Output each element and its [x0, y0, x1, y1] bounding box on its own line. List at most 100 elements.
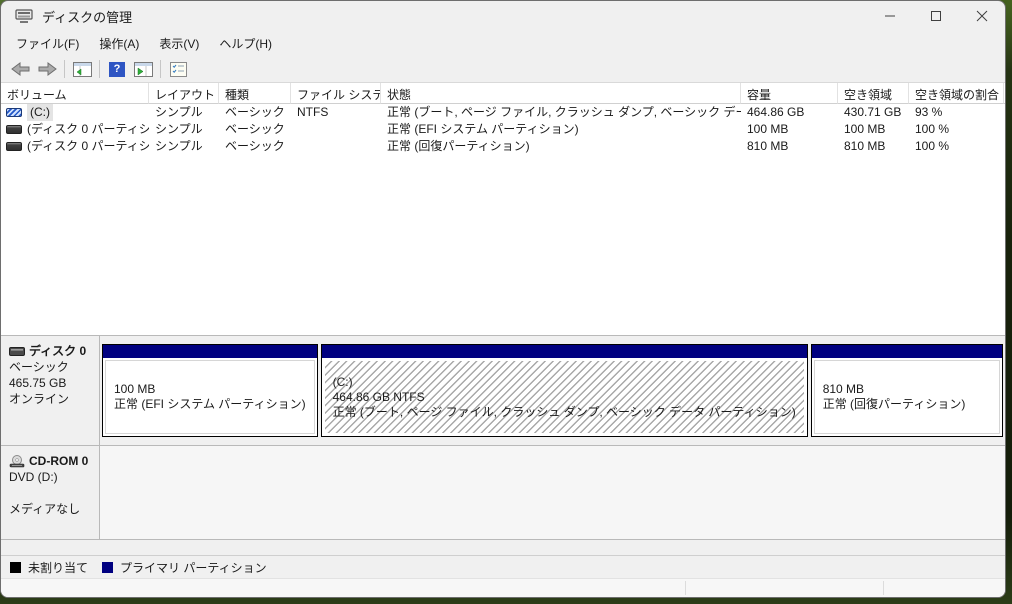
- volume-icon: [6, 142, 22, 151]
- volume-row-partition4[interactable]: (ディスク 0 パーティション 4) シンプル ベーシック 正常 (回復パーティ…: [1, 138, 1005, 155]
- col-header-layout[interactable]: レイアウト: [149, 83, 219, 104]
- partition-color-bar: [811, 345, 1002, 358]
- disk0-status: オンライン: [9, 392, 70, 406]
- cell-type: ベーシック: [225, 139, 285, 153]
- cell-filesystem: NTFS: [297, 105, 329, 119]
- cell-free-pct: 100 %: [915, 139, 950, 153]
- minimize-button[interactable]: [867, 1, 913, 31]
- cdrom-media-status: メディアなし: [9, 502, 81, 516]
- volume-icon: [6, 125, 22, 134]
- back-button[interactable]: [8, 58, 34, 80]
- disk0-type: ベーシック: [9, 360, 69, 374]
- cell-status: 正常 (ブート, ページ ファイル, クラッシュ ダンプ, ベーシック データ …: [387, 105, 741, 119]
- col-header-capacity[interactable]: 容量: [741, 83, 838, 104]
- cell-free-pct: 100 %: [915, 122, 950, 136]
- menu-help[interactable]: ヘルプ(H): [209, 32, 282, 55]
- maximize-button[interactable]: [913, 1, 959, 31]
- volume-name: (C:): [27, 104, 53, 121]
- menu-view[interactable]: 表示(V): [149, 32, 209, 55]
- volume-list: ボリューム レイアウト 種類 ファイル システム 状態 容量 空き領域 空き領域…: [1, 83, 1005, 335]
- partition-status: 正常 (EFI システム パーティション): [114, 397, 306, 411]
- console-tree-icon: [72, 61, 92, 77]
- cell-filesystem: [291, 121, 381, 138]
- statusbar-divider: [883, 581, 884, 595]
- partition-size: 810 MB: [822, 382, 865, 396]
- cell-free: 430.71 GB: [844, 105, 902, 119]
- volume-c-icon: [6, 108, 22, 117]
- legend-unallocated: 未割り当て: [10, 559, 88, 576]
- cell-layout: シンプル: [155, 105, 203, 119]
- primary-swatch: [102, 561, 114, 573]
- show-action-pane-button[interactable]: [130, 58, 156, 80]
- cell-status: 正常 (EFI システム パーティション): [387, 122, 579, 136]
- partition-color-bar: [103, 345, 317, 358]
- toolbar: ?: [1, 56, 1005, 83]
- cdrom-panel[interactable]: CD-ROM 0 DVD (D:) メディアなし: [1, 446, 100, 539]
- partition-size: 464.86 GB NTFS: [332, 389, 425, 404]
- show-console-tree-button[interactable]: [69, 58, 95, 80]
- cell-capacity: 100 MB: [747, 122, 789, 136]
- cdrom-icon: [9, 454, 25, 467]
- partition-recovery[interactable]: 810 MB 正常 (回復パーティション): [810, 344, 1003, 437]
- disk0-name: ディスク 0: [29, 344, 87, 358]
- col-header-free[interactable]: 空き領域: [838, 83, 909, 104]
- primary-label: プライマリ パーティション: [120, 560, 267, 575]
- help-button[interactable]: ?: [104, 58, 130, 80]
- volume-row-partition1[interactable]: (ディスク 0 パーティション 1) シンプル ベーシック 正常 (EFI シス…: [1, 121, 1005, 138]
- cdrom-row: CD-ROM 0 DVD (D:) メディアなし: [1, 446, 1005, 540]
- disk0-panel[interactable]: ディスク 0 ベーシック 465.75 GB オンライン: [1, 336, 100, 445]
- cdrom-name: CD-ROM 0: [29, 454, 89, 468]
- cdrom-area[interactable]: [100, 446, 1005, 539]
- forward-button[interactable]: [34, 58, 60, 80]
- cell-layout: シンプル: [155, 122, 203, 136]
- disk-management-window: ディスクの管理 ファイル(F) 操作(A) 表示(V) ヘルプ(H) ? ボリュ…: [0, 0, 1006, 598]
- unallocated-swatch: [10, 561, 21, 573]
- toolbar-separator: [99, 60, 100, 78]
- volume-row-c[interactable]: (C:) シンプル ベーシック NTFS 正常 (ブート, ページ ファイル, …: [1, 104, 1005, 121]
- partition-size: 100 MB: [114, 382, 156, 396]
- partition-status: 正常 (ブート, ページ ファイル, クラッシュ ダンプ, ベーシック データ …: [332, 404, 796, 419]
- partition-color-bar: [321, 345, 807, 358]
- col-header-volume[interactable]: ボリューム: [1, 83, 149, 104]
- cell-free-pct: 93 %: [915, 105, 943, 119]
- col-header-type[interactable]: 種類: [219, 83, 291, 104]
- help-icon: ?: [109, 61, 125, 77]
- col-header-status[interactable]: 状態: [381, 83, 741, 104]
- title-bar: ディスクの管理: [1, 1, 1005, 31]
- cell-free: 810 MB: [844, 139, 886, 153]
- col-header-filler: [1004, 83, 1005, 104]
- partition-efi[interactable]: 100 MB 正常 (EFI システム パーティション): [102, 344, 318, 437]
- action-pane-icon: [133, 61, 153, 77]
- menu-action[interactable]: 操作(A): [89, 32, 149, 55]
- cell-type: ベーシック: [225, 122, 285, 136]
- partition-c-selected[interactable]: (C:) 464.86 GB NTFS 正常 (ブート, ページ ファイル, ク…: [320, 344, 808, 437]
- disk0-size: 465.75 GB: [9, 376, 67, 390]
- menu-file[interactable]: ファイル(F): [6, 32, 89, 55]
- toolbar-separator: [160, 60, 161, 78]
- disk0-row: ディスク 0 ベーシック 465.75 GB オンライン 100 MB 正常 (…: [1, 336, 1005, 446]
- volume-list-header: ボリューム レイアウト 種類 ファイル システム 状態 容量 空き領域 空き領域…: [1, 83, 1005, 104]
- legend-bar: 未割り当て プライマリ パーティション: [1, 555, 1005, 578]
- cell-capacity: 810 MB: [747, 139, 789, 153]
- cell-status: 正常 (回復パーティション): [387, 139, 530, 153]
- statusbar-divider: [685, 581, 686, 595]
- legend-primary-partition: プライマリ パーティション: [102, 559, 267, 576]
- cell-free: 100 MB: [844, 122, 886, 136]
- col-header-free-pct[interactable]: 空き領域の割合: [909, 83, 1004, 104]
- back-arrow-icon: [11, 62, 30, 76]
- properties-button[interactable]: [165, 58, 191, 80]
- disk0-partitions: 100 MB 正常 (EFI システム パーティション) (C:) 464.86…: [100, 336, 1005, 445]
- disk-icon: [9, 346, 25, 356]
- close-button[interactable]: [959, 1, 1005, 31]
- app-icon: [15, 8, 33, 23]
- col-header-filesystem[interactable]: ファイル システム: [291, 83, 381, 104]
- cdrom-drive: DVD (D:): [9, 470, 58, 484]
- unallocated-label: 未割り当て: [28, 560, 89, 575]
- desktop: { "window": { "title": "ディスクの管理" }, "men…: [0, 0, 1012, 604]
- cell-type: ベーシック: [225, 105, 285, 119]
- partition-status: 正常 (回復パーティション): [822, 397, 966, 411]
- volume-name: (ディスク 0 パーティション 4): [27, 139, 149, 153]
- cell-filesystem: [291, 138, 381, 155]
- graphical-view: ディスク 0 ベーシック 465.75 GB オンライン 100 MB 正常 (…: [1, 335, 1005, 555]
- window-controls: [867, 1, 1005, 31]
